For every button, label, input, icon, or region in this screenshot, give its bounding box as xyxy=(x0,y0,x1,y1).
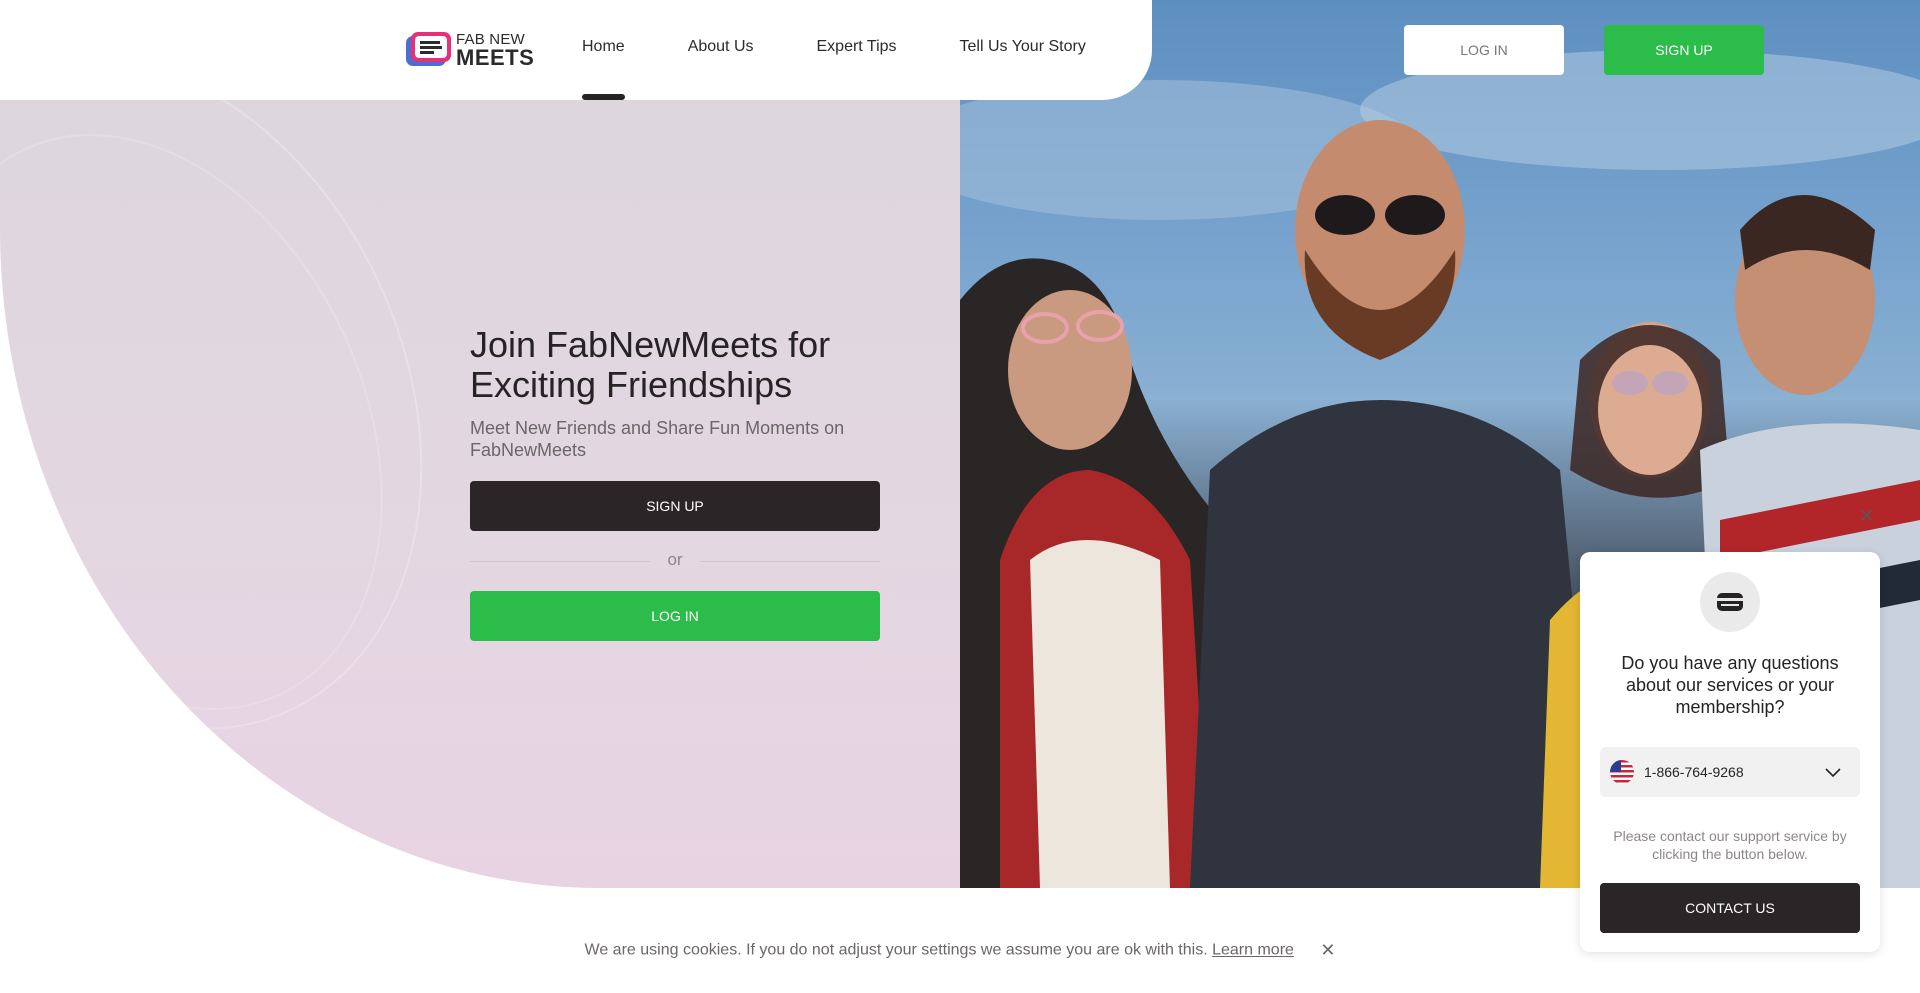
nav-home-label: Home xyxy=(582,38,625,55)
nav-about-us[interactable]: About Us xyxy=(688,38,754,56)
support-question: Do you have any questions about our serv… xyxy=(1621,653,1839,717)
nav-expert-tips[interactable]: Expert Tips xyxy=(817,38,897,56)
site-logo[interactable]: FAB NEW MEETS xyxy=(404,29,535,71)
hero-title: Join FabNewMeets for Exciting Friendship… xyxy=(470,324,831,405)
credit-card-icon xyxy=(1700,572,1760,632)
or-divider: or xyxy=(470,531,880,591)
support-help-text: Please contact our support service by cl… xyxy=(1613,828,1847,862)
logo-line2: MEETS xyxy=(456,44,535,70)
contact-us-button[interactable]: CONTACT US xyxy=(1600,883,1860,933)
us-flag-icon xyxy=(1610,760,1634,784)
support-widget: Do you have any questions about our serv… xyxy=(1580,552,1880,952)
phone-number: 1-866-764-9268 xyxy=(1644,764,1744,780)
site-header: FAB NEW MEETS Home About Us Expert Tips … xyxy=(0,0,1152,100)
or-label: or xyxy=(667,550,683,569)
phone-select[interactable]: 1-866-764-9268 xyxy=(1600,747,1860,797)
main-nav: Home About Us Expert Tips Tell Us Your S… xyxy=(582,38,1086,100)
hero-signup-button[interactable]: SIGN UP xyxy=(470,481,880,531)
header-signup-button[interactable]: SIGN UP xyxy=(1604,25,1764,75)
cookie-text: We are using cookies. If you do not adju… xyxy=(584,941,1208,959)
nav-active-indicator xyxy=(582,94,625,100)
header-login-button[interactable]: LOG IN xyxy=(1404,25,1564,75)
nav-tell-us-your-story[interactable]: Tell Us Your Story xyxy=(960,38,1086,56)
divider-line xyxy=(700,561,880,562)
hero-login-button[interactable]: LOG IN xyxy=(470,591,880,641)
widget-close-icon[interactable]: ✕ xyxy=(1859,506,1874,527)
chat-bubble-logo-icon xyxy=(404,30,454,70)
chevron-down-icon xyxy=(1824,763,1842,786)
cookie-close-icon[interactable]: ✕ xyxy=(1320,940,1335,961)
hero-subtitle: Meet New Friends and Share Fun Moments o… xyxy=(470,418,845,460)
nav-home[interactable]: Home xyxy=(582,38,625,100)
cookie-bar: We are using cookies. If you do not adju… xyxy=(0,940,1920,961)
hero-content: Join FabNewMeets for Exciting Friendship… xyxy=(470,325,880,641)
cookie-learn-more-link[interactable]: Learn more xyxy=(1212,942,1294,959)
